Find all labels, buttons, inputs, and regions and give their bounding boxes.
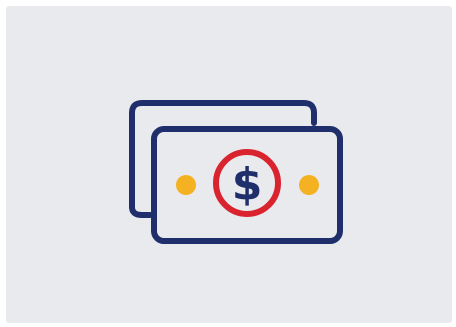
left-dot <box>176 175 196 195</box>
back-bill-outline-bottom <box>129 204 153 218</box>
dollar-symbol: $ <box>232 159 263 210</box>
dollar-glyph: $ <box>232 159 263 210</box>
icon-card: $ <box>6 6 452 323</box>
money-bills-icon: $ <box>114 91 354 251</box>
right-dot <box>299 175 319 195</box>
